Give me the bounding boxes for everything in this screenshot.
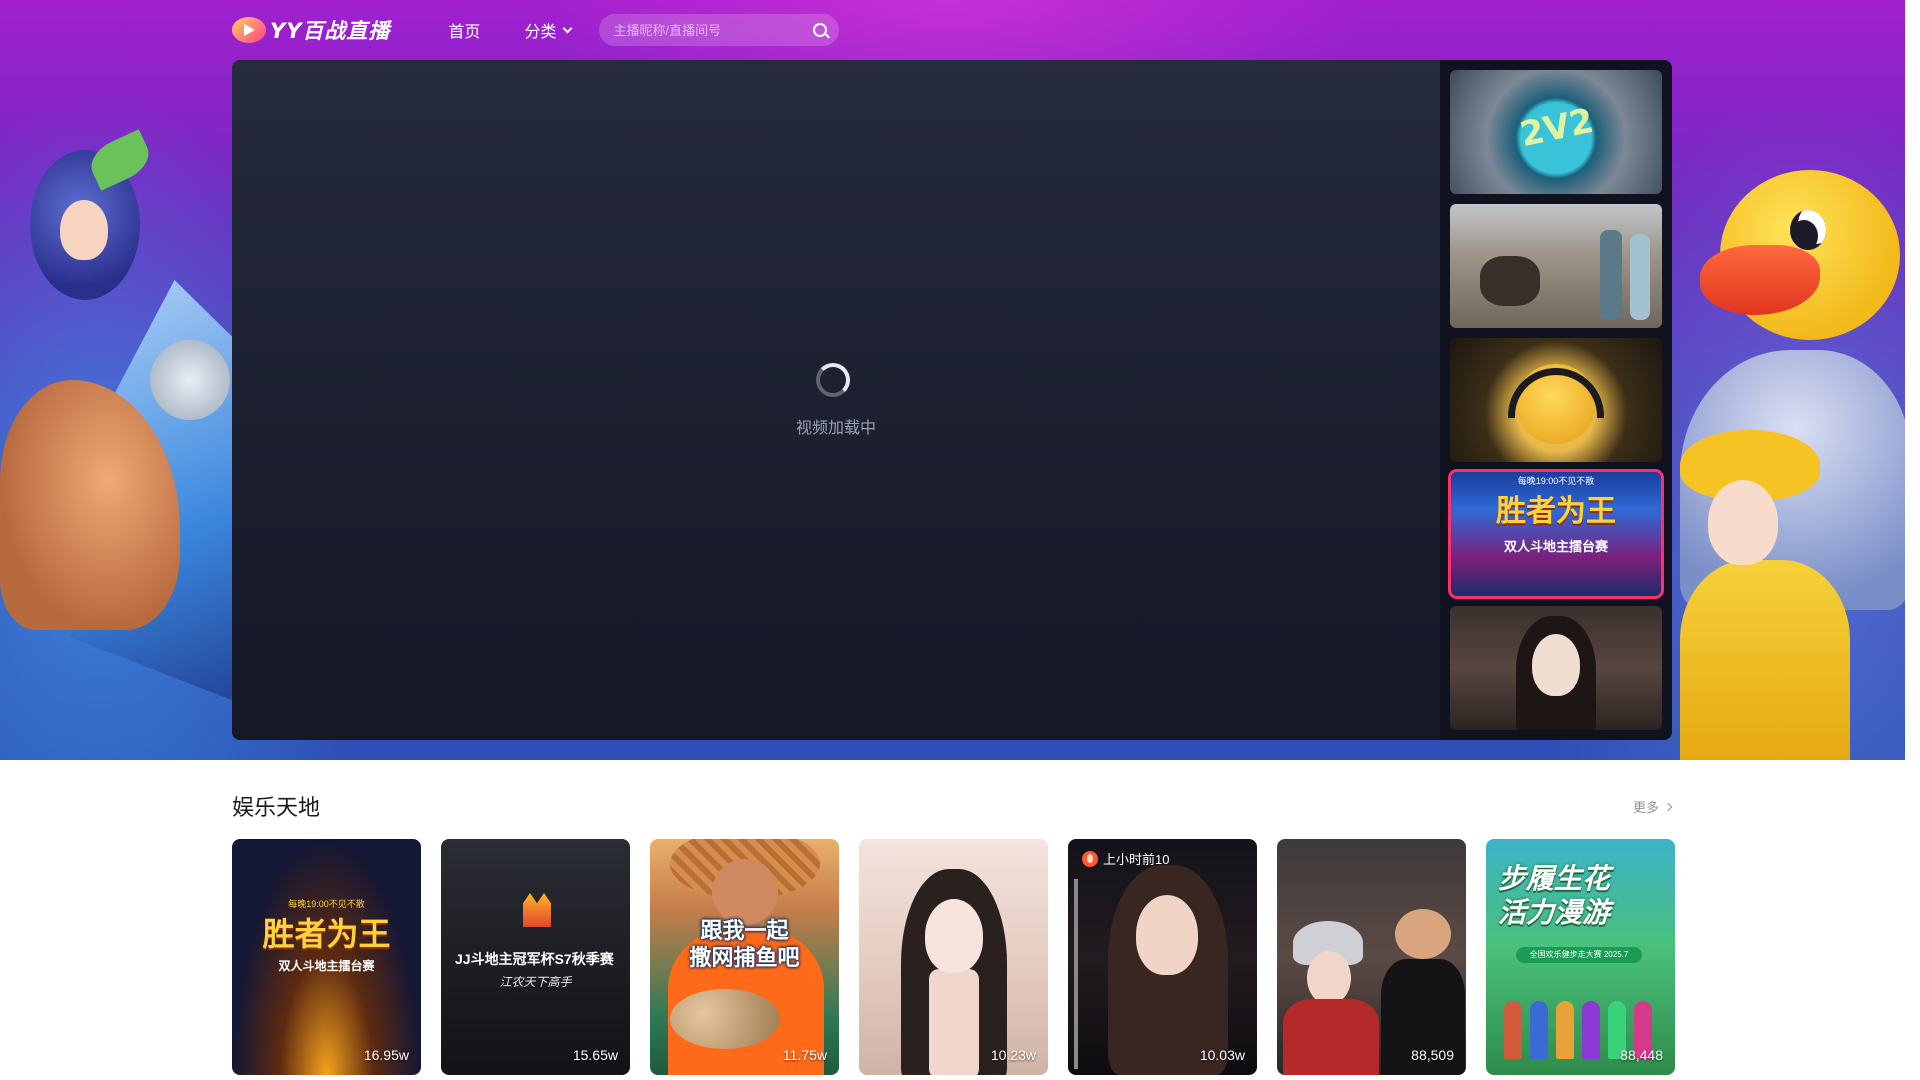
view-count: 11.75w: [782, 1047, 827, 1063]
view-count: 10.23w: [990, 1047, 1036, 1063]
hero-art-right: [1660, 110, 1905, 760]
more-link[interactable]: 更多: [1633, 797, 1673, 816]
stream-card[interactable]: JJ斗地主冠军杯S7秋季赛 江农天下高手 15.65w: [441, 839, 630, 1075]
loading-text: 视频加载中: [795, 420, 876, 437]
chevron-right-icon: [1663, 802, 1673, 811]
video-player[interactable]: 视频加载中: [232, 60, 1440, 740]
search-input[interactable]: [613, 22, 804, 38]
nav-category-dropdown[interactable]: 分类: [524, 18, 573, 42]
stream-card[interactable]: 跟我一起 撒网捕鱼吧 11.75w: [650, 839, 839, 1075]
rail-thumb-2[interactable]: [1450, 204, 1662, 328]
site-logo[interactable]: YY百战直播: [232, 12, 390, 48]
fire-icon: [1082, 850, 1098, 867]
search-box: [599, 14, 840, 46]
nav-home-link[interactable]: 首页: [448, 18, 480, 42]
stream-card[interactable]: 10.23w: [859, 839, 1048, 1075]
stream-card[interactable]: 88,509: [1277, 839, 1466, 1075]
hero-art-left: [0, 129, 260, 760]
view-count: 88,448: [1620, 1047, 1663, 1063]
rail-thumb-3[interactable]: [1450, 338, 1662, 462]
view-count: 88,509: [1411, 1047, 1454, 1063]
rail-thumb-label: 2V2: [1516, 100, 1597, 156]
logo-text: YY百战直播: [270, 19, 391, 43]
rail-thumb-title: 胜者为王: [1496, 494, 1616, 529]
view-count: 15.65w: [572, 1047, 618, 1063]
stream-rail: 2V2 每晚19:00不见不散 胜者为王 双人斗地主擂台赛: [1440, 60, 1672, 740]
top-nav: YY百战直播 首页 分类: [232, 12, 840, 48]
card-subtitle: 双人斗地主擂台赛: [278, 959, 375, 973]
nav-category-label: 分类: [524, 24, 557, 41]
card-slogan: 江农天下高手: [499, 975, 572, 989]
card-title: 胜者为王: [262, 915, 391, 953]
card-grid: 每晚19:00不见不散 胜者为王 双人斗地主擂台赛 16.95w JJ斗地主冠军…: [232, 839, 1675, 1080]
rank-badge-text: 上小时前10: [1103, 852, 1170, 867]
card-title: JJ斗地主冠军杯S7秋季赛: [455, 951, 614, 967]
rail-thumb-5[interactable]: [1450, 606, 1662, 730]
section-title: 娱乐天地: [232, 795, 321, 820]
card-event-bar: 全国欢乐健步走大赛 2025.7: [1516, 947, 1642, 963]
crown-icon: [523, 893, 551, 927]
stream-card[interactable]: 上小时前10 10.03w: [1068, 839, 1257, 1075]
view-count: 16.95w: [363, 1047, 409, 1063]
rail-thumb-subtitle: 双人斗地主擂台赛: [1503, 539, 1608, 554]
hero-banner: YY百战直播 首页 分类 视频加载中 2V2 每晚19:00不见不散 胜者为王 …: [0, 0, 1905, 760]
logo-play-icon: [232, 17, 266, 43]
stream-card[interactable]: 步履生花 活力漫游 全国欢乐健步走大赛 2025.7 88,448: [1486, 839, 1675, 1075]
more-label: 更多: [1633, 800, 1660, 815]
stream-card[interactable]: 每晚19:00不见不散 胜者为王 双人斗地主擂台赛 16.95w: [232, 839, 421, 1075]
rail-thumb-4-active[interactable]: 每晚19:00不见不散 胜者为王 双人斗地主擂台赛: [1448, 469, 1664, 599]
view-count: 10.03w: [1199, 1047, 1245, 1063]
card-caption-line: 活力漫游: [1498, 896, 1611, 929]
rank-badge: 上小时前10: [1082, 849, 1169, 868]
search-icon[interactable]: [813, 23, 828, 37]
chevron-down-icon: [563, 23, 573, 33]
card-caption-line: 撒网捕鱼吧: [689, 946, 800, 971]
rail-thumb-1[interactable]: 2V2: [1450, 70, 1662, 194]
loading-spinner-icon: [816, 363, 850, 397]
